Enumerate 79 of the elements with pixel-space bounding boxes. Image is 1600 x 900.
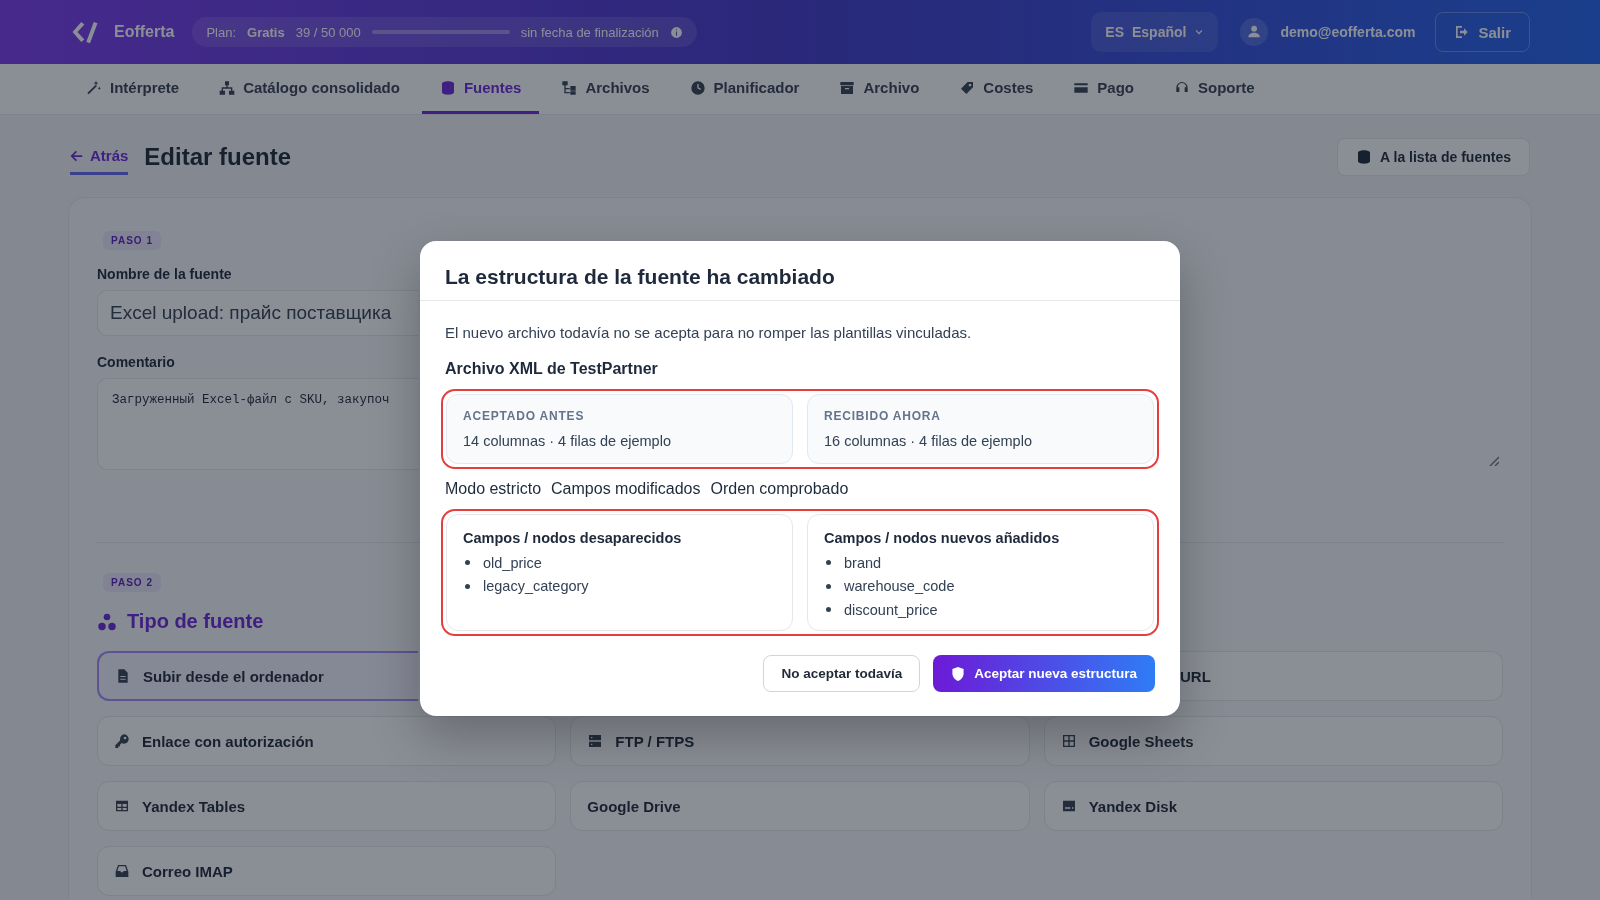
source-list-button[interactable]: A la lista de fuentes bbox=[1337, 138, 1530, 176]
nav-tab[interactable]: Archivos bbox=[543, 64, 668, 114]
nav-tab[interactable]: Soporte bbox=[1156, 64, 1273, 114]
flag-text: Campos modificados bbox=[551, 479, 701, 499]
field-name: legacy_category bbox=[483, 578, 589, 595]
logo-text: Eofferta bbox=[114, 23, 175, 41]
plan-expiry: sin fecha de finalización bbox=[520, 24, 659, 40]
comment-field[interactable]: Загруженный Excel-файл с SKU, закупоч bbox=[97, 378, 418, 470]
card-label: RECIBIDO AHORA bbox=[824, 408, 942, 424]
source-option[interactable]: FTP / FTPS bbox=[570, 716, 1030, 766]
flag-text: Modo estricto bbox=[445, 479, 542, 499]
page-title: Editar fuente bbox=[144, 143, 292, 171]
nav-tab[interactable]: Archivo bbox=[821, 64, 938, 114]
server-icon bbox=[587, 733, 604, 749]
source-option[interactable]: Yandex Tables bbox=[97, 781, 557, 831]
wand-icon bbox=[86, 79, 102, 96]
source-option[interactable]: Subir desde el ordenador bbox=[97, 651, 418, 701]
flag-text: Orden comprobado bbox=[710, 479, 849, 499]
card-label: ACEPTADO ANTES bbox=[463, 408, 586, 424]
grid-icon bbox=[1060, 733, 1077, 749]
nav-tab[interactable]: Intérprete bbox=[68, 64, 198, 114]
circles-icon bbox=[97, 611, 117, 632]
decline-button[interactable]: No aceptar todavía bbox=[763, 655, 921, 692]
database-icon bbox=[1356, 149, 1373, 165]
field-name: warehouse_code bbox=[844, 578, 955, 595]
bullet-icon bbox=[465, 583, 470, 589]
tag-icon bbox=[959, 79, 976, 96]
source-option[interactable]: Google Drive bbox=[570, 781, 1030, 831]
file-icon bbox=[115, 668, 131, 684]
hierarchy-icon bbox=[219, 79, 236, 96]
field-name: brand bbox=[844, 554, 882, 571]
field-name: old_price bbox=[483, 554, 542, 571]
clock-icon bbox=[689, 79, 706, 96]
resize-grip-icon[interactable] bbox=[1489, 456, 1499, 466]
name-field[interactable]: Excel upload: прайс поставщика bbox=[97, 290, 418, 336]
plan-name: Gratis bbox=[247, 24, 285, 40]
nav-tab[interactable]: Catálogo consolidado bbox=[201, 64, 418, 114]
dialog-title: La estructura de la fuente ha cambiado bbox=[445, 264, 836, 290]
source-name: Archivo XML de TestPartner bbox=[445, 359, 659, 379]
bullet-icon bbox=[826, 583, 831, 589]
section-title: Tipo de fuente bbox=[127, 610, 264, 633]
shield-icon bbox=[951, 666, 966, 681]
table-icon bbox=[114, 798, 130, 814]
caret-icon bbox=[1194, 27, 1205, 37]
plan-usage: 39 / 50 000 bbox=[295, 24, 361, 40]
card-text: 14 columnas · 4 filas de ejemplo bbox=[463, 432, 672, 450]
hard-drive-icon bbox=[1060, 798, 1077, 814]
archive-box-icon bbox=[839, 79, 856, 96]
nav-tab[interactable]: Planificador bbox=[671, 64, 818, 114]
step-badge: PASO 2 bbox=[103, 573, 161, 592]
accept-button[interactable]: Aceptar nueva estructura bbox=[933, 655, 1155, 692]
bullet-icon bbox=[465, 560, 470, 566]
database-icon bbox=[439, 79, 456, 96]
field-name: discount_price bbox=[844, 601, 938, 618]
info-icon[interactable] bbox=[669, 25, 683, 39]
field-label: Nombre de la fuente bbox=[97, 266, 232, 282]
dialog-message: El nuevo archivo todavía no se acepta para no romper las plantillas vinculadas. bbox=[445, 323, 973, 343]
source-option[interactable]: Yandex Disk bbox=[1043, 781, 1503, 831]
inbox-icon bbox=[114, 863, 130, 879]
plan-label: Plan: bbox=[206, 24, 237, 40]
bullet-icon bbox=[826, 607, 831, 613]
step-badge: PASO 1 bbox=[103, 231, 161, 250]
card-title: Campos / nodos desaparecidos bbox=[463, 529, 683, 547]
card-text: 16 columnas · 4 filas de ejemplo bbox=[824, 432, 1033, 450]
folders-icon bbox=[561, 79, 578, 96]
field-label: Comentario bbox=[97, 354, 175, 370]
nav-tab[interactable]: Fuentes bbox=[421, 64, 540, 114]
source-option[interactable]: Correo IMAP bbox=[97, 846, 557, 896]
nav-tab[interactable]: Costes bbox=[941, 64, 1052, 114]
key-icon bbox=[114, 733, 130, 749]
source-option[interactable]: Google Sheets bbox=[1043, 716, 1503, 766]
back-link[interactable]: Atrás bbox=[70, 139, 129, 175]
back-arrow-icon bbox=[70, 148, 84, 163]
card-title: Campos / nodos nuevos añadidos bbox=[824, 529, 1061, 547]
nav-tab[interactable]: Pago bbox=[1055, 64, 1153, 114]
bullet-icon bbox=[826, 560, 831, 566]
logout-button[interactable]: Salir bbox=[1435, 12, 1530, 52]
user-email: demo@eofferta.com bbox=[1280, 24, 1416, 40]
source-option[interactable]: Enlace con autorización bbox=[97, 716, 557, 766]
